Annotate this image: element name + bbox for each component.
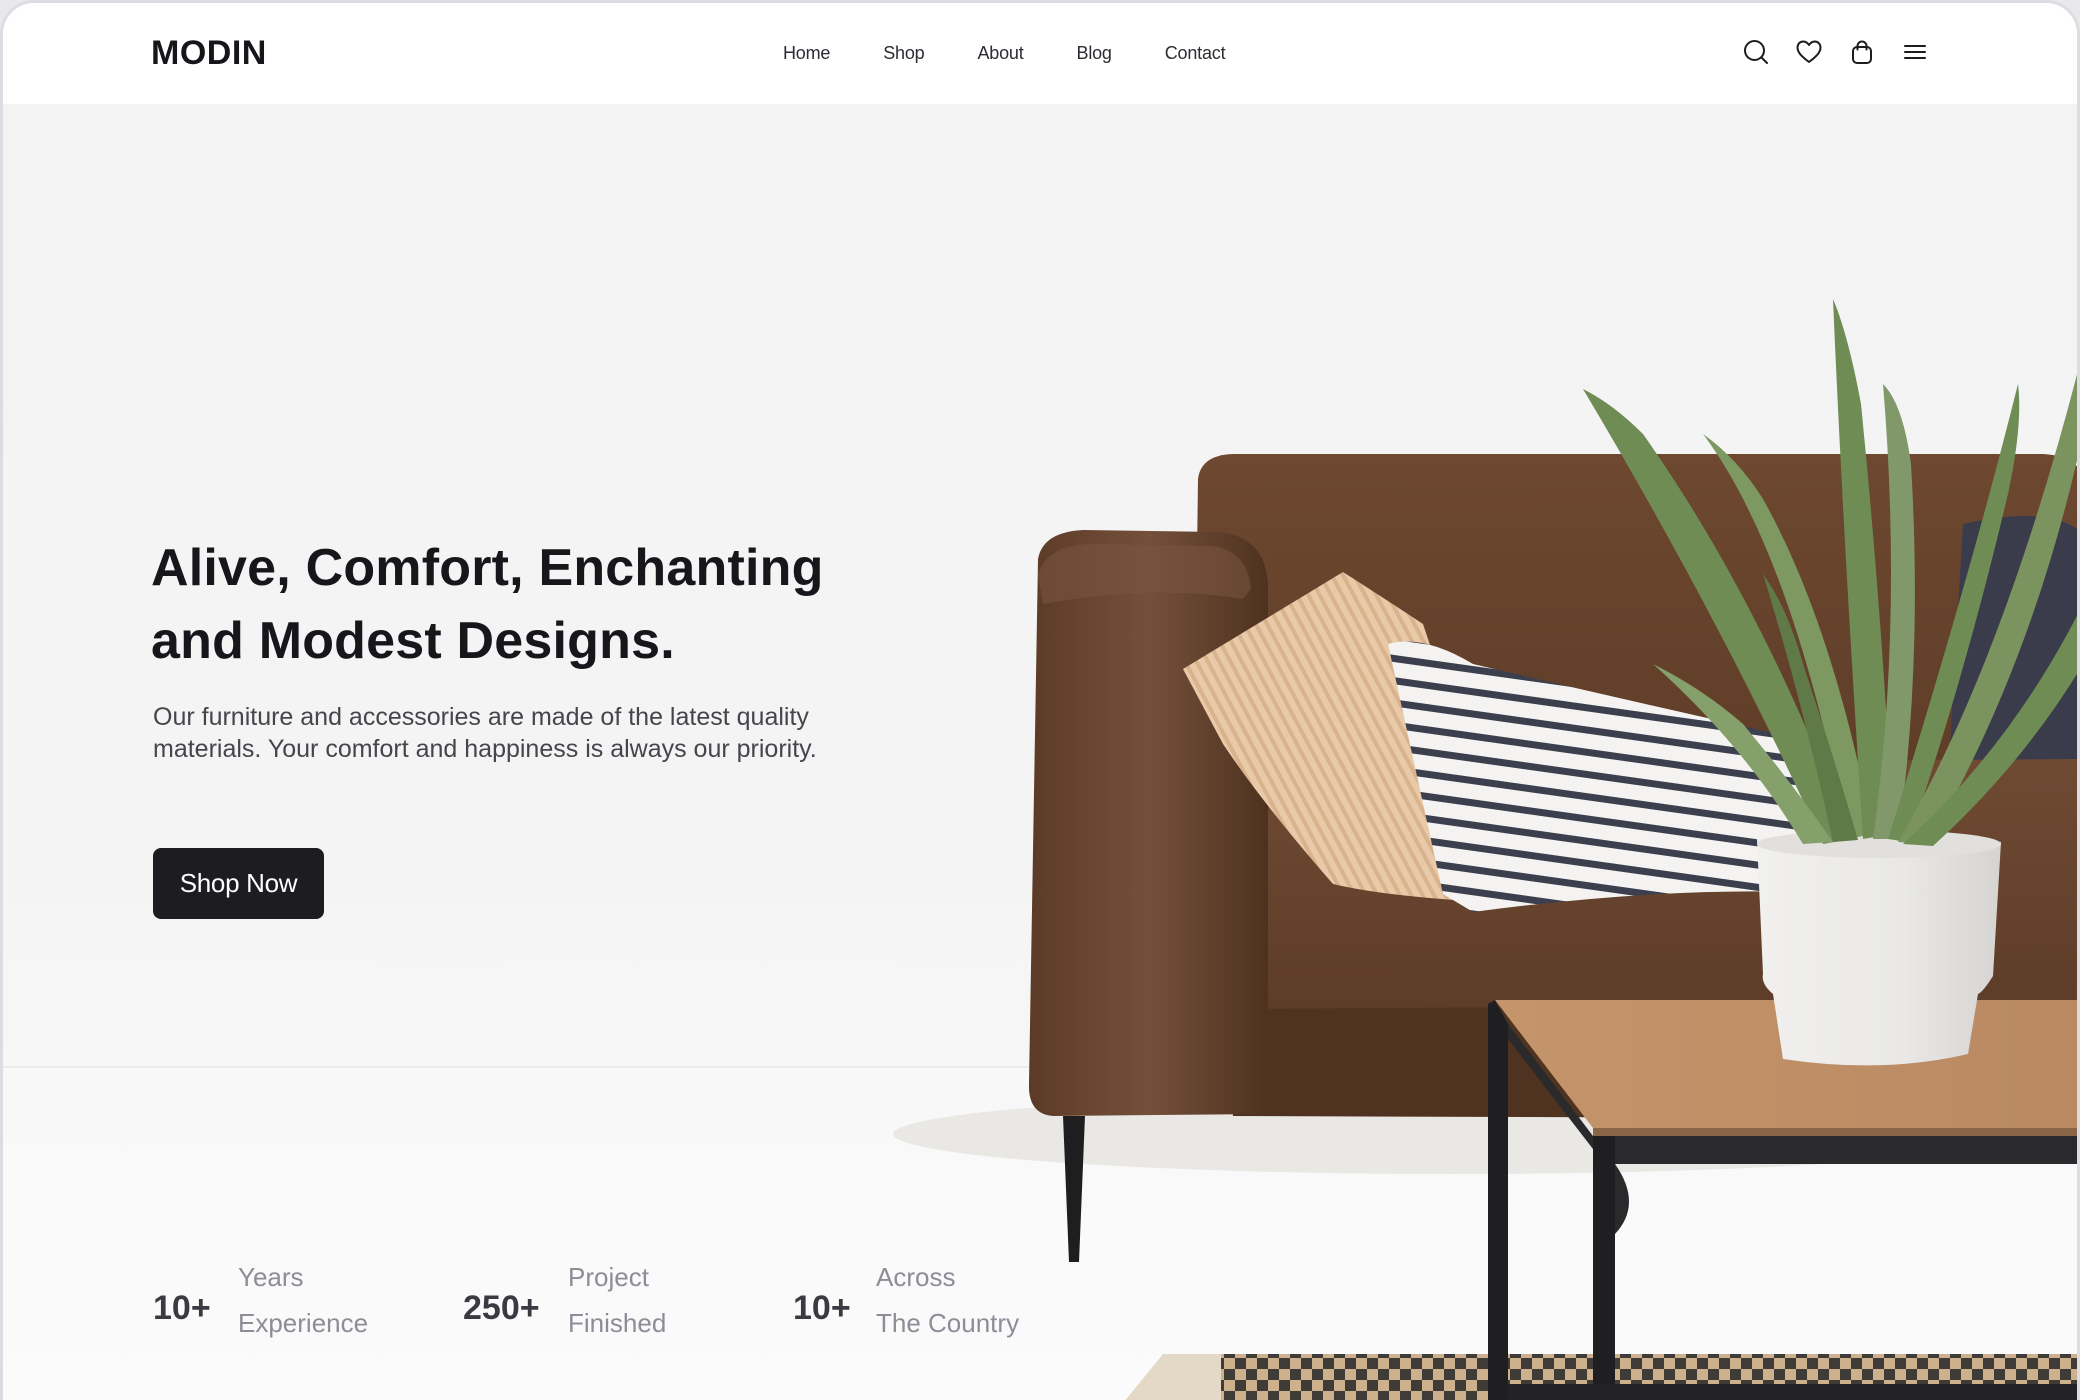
site-header: MODIN Home Shop About Blog Contact xyxy=(3,3,2077,104)
nav-shop-link[interactable]: Shop xyxy=(883,43,924,64)
hero-title-line-1: Alive, Comfort, Enchanting xyxy=(151,539,824,597)
stat-label-line-1: Across xyxy=(876,1262,956,1292)
menu-button[interactable] xyxy=(1900,37,1930,67)
stat-value: 10+ xyxy=(793,1289,851,1327)
stat-label-line-2: Finished xyxy=(568,1308,667,1338)
nav-about-link[interactable]: About xyxy=(977,43,1023,64)
stat-label-line-2: Experience xyxy=(238,1308,369,1338)
main-nav: Home Shop About Blog Contact xyxy=(783,43,1278,64)
search-icon xyxy=(1744,40,1768,64)
wishlist-button[interactable] xyxy=(1794,37,1824,67)
hero-section: Alive, Comfort, Enchanting and Modest De… xyxy=(3,104,2077,1400)
shop-now-button[interactable]: Shop Now xyxy=(153,848,324,919)
bag-icon xyxy=(1852,40,1872,64)
menu-icon xyxy=(1904,45,1926,59)
hero-subtitle: Our furniture and accessories are made o… xyxy=(153,701,873,765)
stat-label-line-2: The Country xyxy=(876,1308,1020,1338)
stat-value: 250+ xyxy=(463,1289,540,1327)
header-icons xyxy=(1741,37,1930,67)
hero-subtitle-line-1: Our furniture and accessories are made o… xyxy=(153,703,809,731)
search-button[interactable] xyxy=(1741,37,1771,67)
browser-frame: MODIN Home Shop About Blog Contact Alive… xyxy=(0,0,2080,1400)
stats-row: 10+ Years Experience 250+ Project Finish… xyxy=(153,1256,1053,1356)
hero-subtitle-line-2: materials. Your comfort and happiness is… xyxy=(153,735,817,763)
stat-value: 10+ xyxy=(153,1289,211,1327)
stat-label-line-1: Project xyxy=(568,1262,649,1292)
cart-button[interactable] xyxy=(1847,37,1877,67)
brand-logo[interactable]: MODIN xyxy=(151,34,267,73)
nav-home-link[interactable]: Home xyxy=(783,43,830,64)
hero-title: Alive, Comfort, Enchanting and Modest De… xyxy=(151,532,911,678)
stat-label-line-1: Years xyxy=(238,1262,304,1292)
hero-title-line-2: and Modest Designs. xyxy=(151,612,675,670)
nav-blog-link[interactable]: Blog xyxy=(1077,43,1112,64)
nav-contact-link[interactable]: Contact xyxy=(1165,43,1226,64)
heart-icon xyxy=(1796,40,1822,63)
